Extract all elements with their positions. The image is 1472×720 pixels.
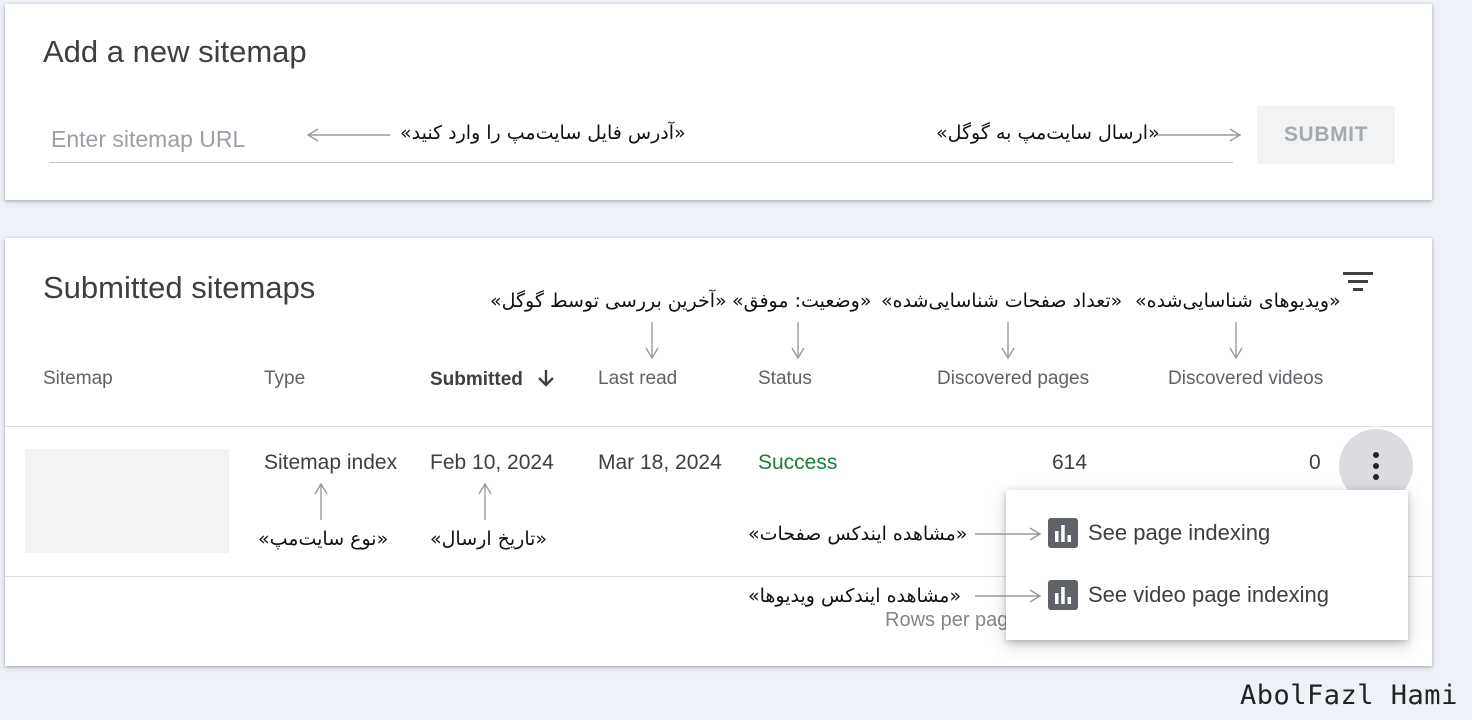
cell-discovered-pages: 614 — [1052, 451, 1088, 474]
column-header-submitted-label: Submitted — [430, 369, 523, 390]
annotation-submitted: «تاریخ ارسال» — [430, 528, 548, 550]
bar-chart-icon — [1048, 518, 1078, 548]
menu-item-page-indexing[interactable]: See page indexing — [1006, 502, 1408, 564]
annotation-pages: «تعداد صفحات شناسایی‌شده» — [881, 290, 1123, 312]
column-header-type[interactable]: Type — [264, 368, 305, 390]
add-sitemap-card: Add a new sitemap SUBMIT — [5, 4, 1432, 200]
header-divider — [5, 426, 1432, 427]
sitemap-url-placeholder[interactable] — [25, 449, 229, 553]
cell-discovered-videos: 0 — [1309, 451, 1321, 474]
annotation-input: «آدرس فایل سایت‌مپ را وارد کنید» — [400, 122, 686, 144]
more-vert-icon — [1373, 452, 1379, 480]
submit-button[interactable]: SUBMIT — [1257, 106, 1395, 164]
annotation-video-indexing: «مشاهده ایندکس ویدیوها» — [748, 585, 962, 607]
menu-item-video-indexing-label: See video page indexing — [1088, 582, 1329, 607]
menu-item-page-indexing-label: See page indexing — [1088, 520, 1271, 545]
annotation-videos: «ویدیوهای شناسایی‌شده» — [1135, 290, 1341, 312]
cell-type: Sitemap index — [264, 451, 398, 474]
annotation-last-read: «آخرین بررسی توسط گوگل» — [490, 290, 727, 312]
submitted-sitemaps-title: Submitted sitemaps — [43, 270, 316, 305]
arrow-down-icon — [538, 370, 555, 387]
column-header-discovered-pages[interactable]: Discovered pages — [937, 368, 1089, 390]
filter-icon[interactable] — [1343, 270, 1373, 294]
column-header-status[interactable]: Status — [758, 368, 812, 390]
rows-per-page-label: Rows per page — [885, 609, 1020, 631]
column-header-sitemap[interactable]: Sitemap — [43, 368, 113, 390]
menu-item-video-indexing[interactable]: See video page indexing — [1006, 564, 1408, 626]
bar-chart-icon — [1048, 580, 1078, 610]
column-header-discovered-videos[interactable]: Discovered videos — [1168, 368, 1323, 390]
cell-last-read: Mar 18, 2024 — [598, 451, 722, 474]
column-header-submitted[interactable]: Submitted — [430, 368, 556, 391]
cell-status: Success — [758, 451, 838, 474]
annotation-type: «نوع سایت‌مپ» — [258, 528, 389, 550]
watermark: AbolFazl Hami — [1240, 680, 1458, 711]
annotation-status: «وضعیت: موفق» — [732, 290, 872, 312]
more-options-menu: See page indexing See video page indexin… — [1006, 490, 1408, 640]
column-header-last-read[interactable]: Last read — [598, 368, 677, 390]
annotation-submit: «ارسال سایت‌مپ به گوگل» — [936, 122, 1160, 144]
cell-submitted: Feb 10, 2024 — [430, 451, 554, 474]
annotation-page-indexing: «مشاهده ایندکس صفحات» — [748, 523, 968, 545]
add-sitemap-title: Add a new sitemap — [43, 34, 307, 69]
